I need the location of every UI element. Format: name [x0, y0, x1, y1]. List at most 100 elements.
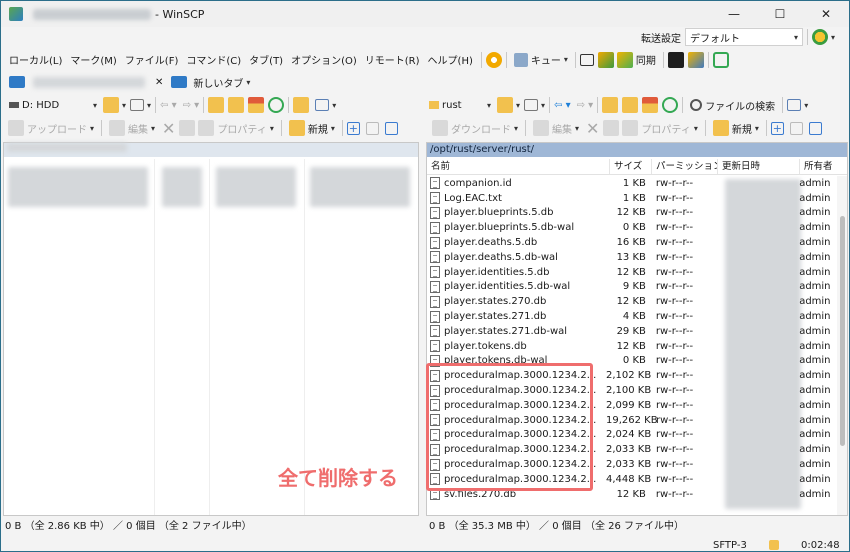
menu-commands[interactable]: コマンド(C): [182, 52, 245, 67]
lock-icon: [769, 540, 779, 550]
refresh-icon[interactable]: [712, 51, 729, 68]
local-file-panel[interactable]: [3, 142, 419, 516]
chevron-down-icon[interactable]: ▾: [246, 78, 250, 87]
edit-button[interactable]: 編集 ▾: [106, 118, 158, 138]
vertical-scrollbar[interactable]: [837, 176, 847, 515]
col-owner-header[interactable]: 所有者: [800, 159, 840, 174]
refresh-icon[interactable]: [662, 97, 679, 113]
unselect-icon[interactable]: [365, 121, 379, 135]
putty-icon[interactable]: [687, 51, 704, 68]
table-row[interactable]: companion.id 1 KB rw-r--r-- admin: [427, 176, 835, 191]
local-file-list-redacted[interactable]: [4, 161, 418, 221]
upload-button[interactable]: アップロード ▾: [5, 118, 97, 138]
menu-remote[interactable]: リモート(R): [361, 52, 424, 67]
new-button[interactable]: 新規 ▾: [710, 118, 762, 138]
close-tab-button[interactable]: ✕: [155, 77, 163, 88]
download-button[interactable]: ダウンロード ▾: [429, 118, 521, 138]
table-row[interactable]: player.identities.5.db 12 KB rw-r--r-- admi…: [427, 265, 835, 280]
file-icon: [430, 310, 440, 323]
folder-icon[interactable]: [103, 97, 119, 113]
chevron-down-icon[interactable]: ▾: [122, 101, 126, 110]
view-list-icon[interactable]: [787, 99, 802, 111]
synchronize-button[interactable]: 同期: [614, 50, 659, 70]
invert-selection-icon[interactable]: [808, 121, 822, 135]
file-icon: [430, 295, 440, 308]
col-name-header[interactable]: 名前: [427, 159, 610, 174]
sync-status-icon[interactable]: [811, 29, 828, 45]
menu-help[interactable]: ヘルプ(H): [424, 52, 477, 67]
maximize-button[interactable]: ☐: [757, 1, 803, 27]
transfer-settings-select[interactable]: デフォルト ▾: [684, 28, 803, 46]
refresh-icon[interactable]: [268, 97, 285, 113]
table-row[interactable]: player.deaths.5.db-wal 13 KB rw-r--r-- admi…: [427, 250, 835, 265]
chevron-down-icon[interactable]: ▾: [541, 101, 545, 110]
rename-icon[interactable]: [179, 120, 196, 136]
new-tab-button[interactable]: 新しいタブ: [193, 75, 243, 90]
table-row[interactable]: player.blueprints.5.db-wal 0 KB rw-r--r-- a…: [427, 220, 835, 235]
back-button[interactable]: ⇦ ▾: [554, 100, 571, 111]
queue-button[interactable]: キュー ▾: [511, 50, 571, 70]
invert-selection-icon[interactable]: [384, 121, 398, 135]
filter-icon[interactable]: [130, 99, 145, 111]
home-icon[interactable]: [642, 97, 659, 113]
table-row[interactable]: Log.EAC.txt 1 KB rw-r--r-- admin: [427, 191, 835, 206]
table-row[interactable]: player.blueprints.5.db 12 KB rw-r--r-- admi…: [427, 206, 835, 221]
menu-mark[interactable]: マーク(M): [66, 52, 120, 67]
menu-local[interactable]: ローカル(L): [5, 52, 66, 67]
rename-icon[interactable]: [603, 120, 620, 136]
menu-options[interactable]: オプション(O): [287, 52, 361, 67]
unselect-icon[interactable]: [789, 121, 803, 135]
session-tab-redacted[interactable]: [33, 76, 145, 88]
remote-path-bar[interactable]: /opt/rust/server/rust/: [427, 143, 847, 157]
properties-button[interactable]: プロパティ ▾: [619, 118, 700, 138]
delete-icon[interactable]: ✕: [162, 119, 175, 138]
parent-dir-icon[interactable]: [602, 97, 619, 113]
drive-select[interactable]: D: HDD ▾: [9, 100, 97, 111]
chevron-down-icon[interactable]: ▾: [804, 101, 808, 110]
close-button[interactable]: ✕: [803, 1, 849, 27]
table-row[interactable]: player.deaths.5.db 16 KB rw-r--r-- admin: [427, 235, 835, 250]
properties-button[interactable]: プロパティ ▾: [195, 118, 276, 138]
remote-dir-select[interactable]: rust ▾: [429, 100, 491, 111]
col-size-header[interactable]: サイズ: [610, 159, 652, 174]
delete-icon[interactable]: ✕: [586, 119, 599, 138]
find-files-button[interactable]: ファイルの検索: [687, 95, 778, 115]
new-button[interactable]: 新規 ▾: [286, 118, 338, 138]
table-row[interactable]: player.states.271.db-wal 29 KB rw-r--r-- ad…: [427, 324, 835, 339]
select-all-icon[interactable]: +: [770, 121, 784, 135]
folder-icon[interactable]: [497, 97, 513, 113]
forward-button[interactable]: ⇨ ▾: [577, 100, 594, 111]
chevron-down-icon[interactable]: ▾: [147, 101, 151, 110]
local-path-bar[interactable]: [4, 143, 418, 157]
find-files-icon[interactable]: [293, 97, 310, 113]
chevron-down-icon[interactable]: ▾: [831, 33, 835, 42]
root-dir-icon[interactable]: [228, 97, 245, 113]
col-date-header[interactable]: 更新日時: [718, 159, 800, 174]
table-row[interactable]: player.states.271.db 4 KB rw-r--r-- admin: [427, 309, 835, 324]
parent-dir-icon[interactable]: [208, 97, 225, 113]
file-permissions: rw-r--r--: [655, 355, 694, 367]
menu-file[interactable]: ファイル(F): [121, 52, 183, 67]
table-row[interactable]: player.tokens.db 12 KB rw-r--r-- admin: [427, 339, 835, 354]
chevron-down-icon[interactable]: ▾: [516, 101, 520, 110]
edit-button[interactable]: 編集 ▾: [530, 118, 582, 138]
compare-dirs-icon[interactable]: [579, 53, 594, 66]
select-all-icon[interactable]: +: [346, 121, 360, 135]
filter-icon[interactable]: [524, 99, 539, 111]
terminal-icon[interactable]: [667, 51, 684, 68]
table-row[interactable]: player.states.270.db 12 KB rw-r--r-- admin: [427, 294, 835, 309]
file-permissions: rw-r--r--: [655, 311, 694, 323]
sync-browse-icon[interactable]: [597, 51, 614, 68]
back-button[interactable]: ⇦ ▾: [160, 100, 177, 111]
root-dir-icon[interactable]: [622, 97, 639, 113]
scrollbar-thumb[interactable]: [840, 216, 845, 446]
chevron-down-icon[interactable]: ▾: [332, 101, 336, 110]
menu-tabs[interactable]: タブ(T): [245, 52, 287, 67]
home-icon[interactable]: [248, 97, 265, 113]
view-list-icon[interactable]: [315, 99, 330, 111]
col-perm-header[interactable]: パーミッション: [652, 159, 718, 174]
table-row[interactable]: player.identities.5.db-wal 9 KB rw-r--r-- a…: [427, 280, 835, 295]
gear-icon[interactable]: [485, 51, 502, 68]
forward-button[interactable]: ⇨ ▾: [183, 100, 200, 111]
minimize-button[interactable]: —: [711, 1, 757, 27]
